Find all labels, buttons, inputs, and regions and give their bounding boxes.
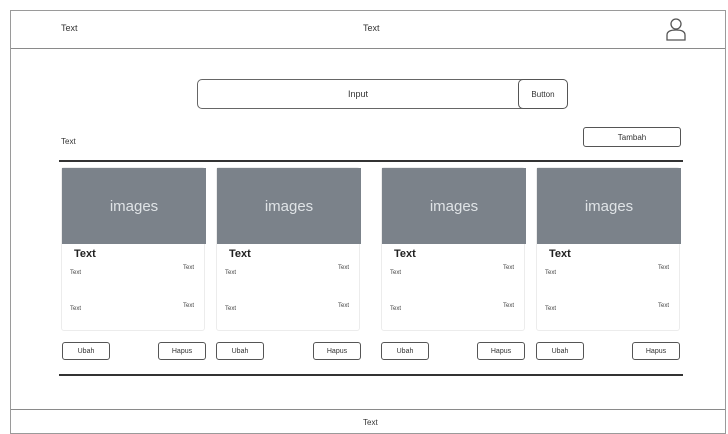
app-frame: Text Text Input Button Text Tambah image… [10,10,726,434]
card-text: Text [657,303,669,309]
card-title: Text [549,248,571,260]
section-label: Text [61,137,76,146]
product-card: images Text Text Text Text Text [381,167,526,331]
card-text: Text [70,306,82,312]
user-icon[interactable] [665,17,687,41]
product-card: images Text Text Text Text Text [61,167,206,331]
header-center-text: Text [363,23,380,33]
edit-button[interactable]: Ubah [62,342,110,360]
product-card: images Text Text Text Text Text [536,167,681,331]
card-text: Text [545,306,557,312]
bottom-divider [59,374,683,376]
search-bar: Input Button [197,79,568,109]
footer-text: Text [363,418,378,427]
card-image: images [62,168,206,244]
delete-button[interactable]: Hapus [313,342,361,360]
card-text: Text [545,270,557,276]
card-text: Text [390,306,402,312]
card-text: Text [337,265,349,271]
card-text: Text [182,265,194,271]
card-image: images [382,168,526,244]
card-title: Text [394,248,416,260]
card-text: Text [70,270,82,276]
card-text: Text [182,303,194,309]
card-image: images [217,168,361,244]
top-divider [59,160,683,162]
footer-bar: Text [11,409,725,434]
header-left-text: Text [61,23,78,33]
card-title: Text [229,248,251,260]
card-text: Text [337,303,349,309]
edit-button[interactable]: Ubah [216,342,264,360]
search-button[interactable]: Button [518,79,568,109]
card-title: Text [74,248,96,260]
card-text: Text [502,265,514,271]
card-text: Text [225,306,237,312]
card-text: Text [502,303,514,309]
edit-button[interactable]: Ubah [536,342,584,360]
delete-button[interactable]: Hapus [632,342,680,360]
delete-button[interactable]: Hapus [477,342,525,360]
header-bar: Text Text [11,11,725,49]
delete-button[interactable]: Hapus [158,342,206,360]
card-image: images [537,168,681,244]
card-text: Text [657,265,669,271]
edit-button[interactable]: Ubah [381,342,429,360]
product-card: images Text Text Text Text Text [216,167,361,331]
card-text: Text [225,270,237,276]
add-button[interactable]: Tambah [583,127,681,147]
search-input[interactable]: Input [198,80,518,108]
card-text: Text [390,270,402,276]
